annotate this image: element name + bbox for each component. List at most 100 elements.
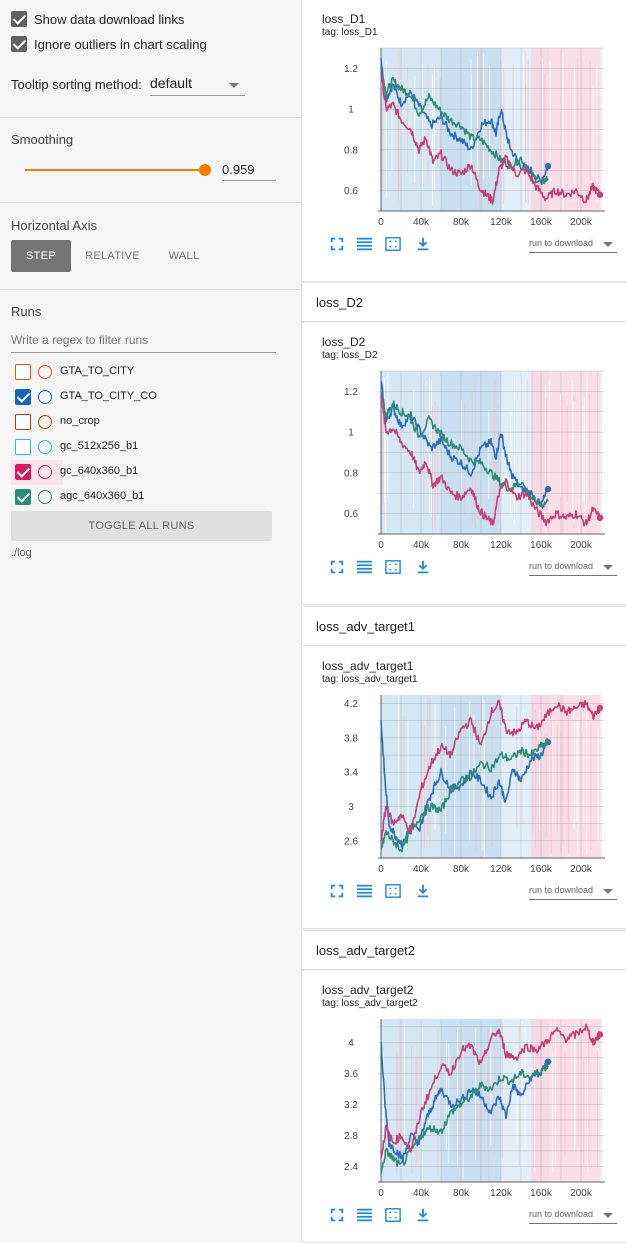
fit-domain-icon[interactable] — [385, 883, 401, 899]
run-label: no_crop — [60, 415, 100, 427]
y-tick-label: 0.6 — [344, 186, 358, 197]
log-scale-icon[interactable] — [356, 1207, 372, 1223]
horizontal-axis-title: Horizontal Axis — [11, 218, 97, 233]
y-tick-label: 4 — [348, 1038, 354, 1049]
log-scale-bar — [356, 1215, 372, 1218]
run-color-circle-icon — [38, 440, 52, 454]
x-tick-label: 200k — [570, 217, 593, 228]
chart-tag: tag: loss_adv_target1 — [322, 674, 418, 685]
line-chart: 0.6 0.8 1 1.2 0 40k 80k 120k 160k 200k — [344, 370, 605, 551]
series-endpoint — [544, 1058, 552, 1065]
download-icon[interactable] — [415, 559, 431, 575]
ignore-outliers-checkbox[interactable] — [11, 36, 27, 52]
series-endpoint — [544, 485, 552, 493]
runs-section: Runs Write a regex to filter runs GTA_TO… — [0, 290, 301, 990]
show-download-links-checkbox[interactable] — [11, 11, 27, 27]
run-checkbox[interactable] — [15, 439, 31, 455]
x-tick-label: 120k — [490, 540, 513, 551]
fit-domain-box — [385, 237, 401, 251]
chevron-down-icon — [603, 565, 613, 570]
run-label: gc_640x360_b1 — [60, 465, 139, 477]
download-glyph — [417, 884, 429, 898]
run-checkbox[interactable] — [15, 364, 31, 380]
run-to-download-dropdown[interactable]: run to download — [529, 884, 617, 900]
log-scale-bar — [356, 564, 372, 567]
smoothing-slider-thumb[interactable] — [199, 164, 212, 176]
fit-domain-corners — [389, 1211, 397, 1219]
runs-title: Runs — [11, 304, 42, 319]
y-tick-label: 0.6 — [344, 509, 358, 520]
log-scale-icon[interactable] — [356, 559, 372, 575]
y-tick-label: 3.4 — [344, 768, 358, 779]
x-tick-label: 40k — [413, 217, 430, 228]
run-item[interactable]: gc_640x360_b1 — [11, 460, 271, 485]
run-item[interactable]: no_crop — [11, 410, 271, 435]
axis-relative-button[interactable]: RELATIVE — [79, 240, 146, 272]
fullscreen-glyph — [330, 237, 344, 251]
x-tick-label: 160k — [530, 1188, 553, 1199]
run-checkbox[interactable] — [15, 464, 31, 480]
x-tick-label: 80k — [453, 540, 470, 551]
group-header[interactable]: loss_D2 — [303, 282, 626, 322]
log-scale-bar — [356, 244, 372, 247]
group-header[interactable]: loss_adv_target1 — [303, 606, 626, 646]
run-item[interactable]: GTA_TO_CITY_CO — [11, 385, 271, 410]
axis-step-button[interactable]: STEP — [11, 240, 71, 272]
download-icon[interactable] — [415, 236, 431, 252]
fullscreen-icon[interactable] — [329, 883, 345, 899]
fullscreen-icon[interactable] — [329, 559, 345, 575]
log-scale-icon[interactable] — [356, 883, 372, 899]
y-tick-label: 2.8 — [344, 1131, 358, 1142]
run-item[interactable]: gc_512x256_b1 — [11, 435, 271, 460]
fullscreen-icon[interactable] — [329, 1207, 345, 1223]
line-chart: 2.4 2.8 3.2 3.6 4 0 40k 80k 120k 160k 200k — [344, 1019, 605, 1199]
log-scale-bar — [356, 895, 372, 898]
log-scale-icon[interactable] — [356, 236, 372, 252]
toggle-all-runs-button[interactable]: TOGGLE ALL RUNS — [11, 511, 272, 541]
series-endpoint — [596, 1031, 604, 1038]
x-tick-label: 40k — [413, 864, 430, 875]
fit-domain-icon[interactable] — [385, 1207, 401, 1223]
run-item[interactable]: agc_640x360_b1 — [11, 485, 271, 510]
x-tick-label: 200k — [570, 1188, 593, 1199]
fit-domain-icon[interactable] — [385, 559, 401, 575]
log-scale-bar — [356, 567, 372, 570]
axis-wall-button[interactable]: WALL — [154, 240, 214, 272]
series-endpoint — [596, 191, 604, 198]
fit-domain-icon[interactable] — [385, 236, 401, 252]
chart-card: loss_adv_target1 tag: loss_adv_target1 2.6… — [303, 647, 626, 929]
y-tick-label: 2.4 — [344, 1162, 358, 1173]
run-checkbox[interactable] — [15, 489, 31, 505]
line-chart: 0.6 0.8 1 1.2 0 40k 80k 120k 160k 200k — [344, 47, 605, 228]
download-icon[interactable] — [415, 1207, 431, 1223]
fit-domain-corners — [389, 240, 397, 248]
run-to-download-dropdown[interactable]: run to download — [529, 237, 617, 253]
x-tick-label: 80k — [453, 217, 470, 228]
y-tick-label: 1.2 — [344, 387, 358, 398]
y-tick-label: 3.2 — [344, 1100, 358, 1111]
y-tick-label: 3.6 — [344, 1069, 358, 1080]
run-item[interactable]: GTA_TO_CITY — [11, 360, 271, 385]
x-tick-label: 160k — [530, 864, 553, 875]
log-scale-bar — [356, 1208, 372, 1211]
log-scale-bar — [356, 1212, 372, 1215]
run-filter-input[interactable]: Write a regex to filter runs — [11, 333, 276, 353]
run-checkbox[interactable] — [15, 389, 31, 405]
fullscreen-icon[interactable] — [329, 236, 345, 252]
tooltip-sorting-label: Tooltip sorting method: — [11, 77, 142, 92]
run-to-download-dropdown[interactable]: run to download — [529, 1208, 617, 1224]
tooltip-sorting-dropdown[interactable]: default — [150, 75, 245, 96]
line-chart: 2.6 3 3.4 3.8 4.2 0 40k 80k 120k 160k 200k — [344, 695, 605, 875]
run-label: agc_640x360_b1 — [60, 490, 145, 502]
sidebar: Show data download links Ignore outliers… — [0, 0, 302, 1243]
main-panel: loss_D1 tag: loss_D1 0.6 0.8 1 1.2 0 40k 80k 120k… — [303, 0, 626, 1243]
smoothing-slider-track[interactable] — [25, 169, 206, 171]
log-scale-bar — [356, 571, 372, 574]
run-to-download-dropdown[interactable]: run to download — [529, 560, 617, 576]
run-checkbox[interactable] — [15, 414, 31, 430]
group-header[interactable]: loss_adv_target2 — [303, 930, 626, 970]
run-color-circle-icon — [38, 490, 52, 504]
run-color-circle-icon — [38, 365, 52, 379]
download-icon[interactable] — [415, 883, 431, 899]
smoothing-value-input[interactable]: 0.959 — [222, 162, 276, 181]
